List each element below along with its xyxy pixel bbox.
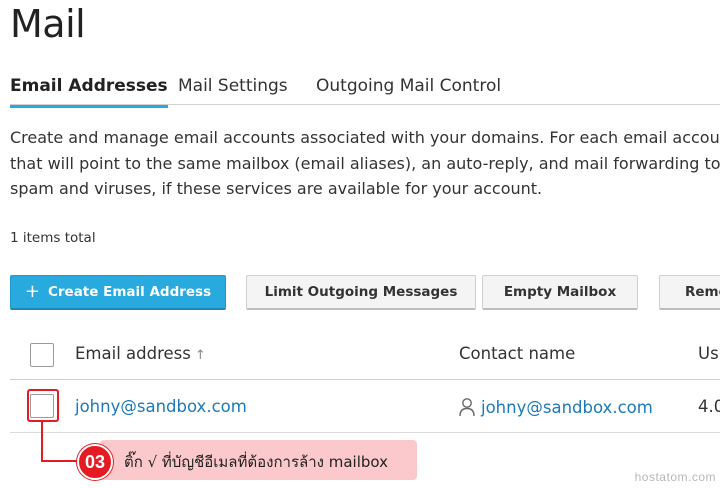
usage-value: 4.0 bbox=[698, 397, 720, 416]
toolbar: + Create Email Address Limit Outgoing Me… bbox=[10, 275, 720, 310]
select-all-checkbox[interactable] bbox=[30, 343, 54, 367]
column-email-address[interactable]: Email address ↑ bbox=[75, 344, 206, 363]
email-address-link[interactable]: johny@sandbox.com bbox=[75, 397, 247, 416]
empty-mailbox-button[interactable]: Empty Mailbox bbox=[482, 275, 638, 310]
tab-email-addresses[interactable]: Email Addresses bbox=[10, 76, 168, 108]
column-email-label: Email address bbox=[75, 344, 191, 363]
table-row: johny@sandbox.com johny@sandbox.com 4.0 bbox=[10, 381, 720, 433]
watermark: hostatom.com bbox=[634, 470, 716, 484]
annotation-connector bbox=[41, 422, 43, 462]
description-line: spam and viruses, if these services are … bbox=[10, 179, 543, 198]
create-email-address-button[interactable]: + Create Email Address bbox=[10, 275, 226, 310]
description-line: Create and manage email accounts associa… bbox=[10, 128, 720, 147]
annotation-text: ติ๊ก √ ที่บัญชีอีเมลที่ต้องการล้าง mailb… bbox=[124, 453, 388, 471]
sort-ascending-icon: ↑ bbox=[194, 348, 206, 363]
items-total-count: 1 items total bbox=[10, 230, 96, 246]
page-description: Create and manage email accounts associa… bbox=[10, 125, 720, 202]
tab-outgoing-mail-control[interactable]: Outgoing Mail Control bbox=[316, 76, 501, 96]
annotation-callout: ติ๊ก √ ที่บัญชีอีเมลที่ต้องการล้าง mailb… bbox=[100, 440, 417, 480]
page-title: Mail bbox=[10, 2, 86, 46]
contact-name-link[interactable]: johny@sandbox.com bbox=[459, 397, 653, 417]
plus-icon: + bbox=[24, 280, 40, 302]
annotation-highlight-box bbox=[27, 389, 59, 422]
tab-mail-settings[interactable]: Mail Settings bbox=[178, 76, 288, 96]
annotation-step-badge: 03 bbox=[77, 444, 113, 480]
column-usage[interactable]: Us bbox=[698, 344, 719, 363]
column-contact-name[interactable]: Contact name bbox=[459, 344, 575, 363]
remove-button[interactable]: Remo bbox=[659, 275, 720, 310]
description-line: that will point to the same mailbox (ema… bbox=[10, 153, 720, 173]
table-header: Email address ↑ Contact name Us bbox=[10, 330, 720, 380]
tab-bar: Email Addresses Mail Settings Outgoing M… bbox=[10, 72, 720, 108]
limit-outgoing-messages-button[interactable]: Limit Outgoing Messages bbox=[246, 275, 476, 310]
contact-name-text: johny@sandbox.com bbox=[481, 397, 653, 417]
create-email-address-label: Create Email Address bbox=[47, 284, 212, 300]
user-icon bbox=[459, 398, 475, 417]
